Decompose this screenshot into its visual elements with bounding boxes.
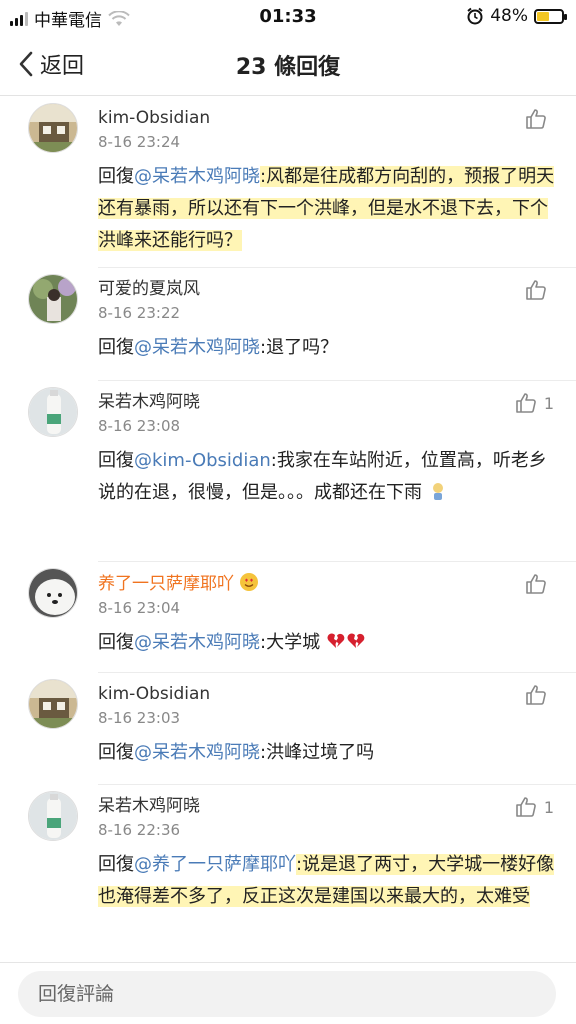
comment-author[interactable]: 养了一只萨摩耶吖	[98, 562, 576, 595]
reply-prefix: 回復	[98, 632, 134, 653]
like-button[interactable]	[524, 683, 554, 707]
comment-body: :洪峰过境了吗	[260, 742, 375, 763]
comment-author[interactable]: kim-Obsidian	[98, 673, 576, 705]
comment-time: 8-16 23:03	[98, 709, 181, 727]
like-button[interactable]: 1	[514, 391, 554, 415]
like-button[interactable]	[524, 107, 554, 131]
like-button[interactable]	[524, 572, 554, 596]
comment-author[interactable]: 呆若木鸡阿晓	[98, 381, 576, 413]
comment-text: 回復@呆若木鸡阿晓:洪峰过境了吗	[98, 737, 576, 781]
comment-item: kim-Obsidian 8-16 23:24 回復@呆若木鸡阿晓:风都是往成都…	[28, 97, 576, 269]
comment-item: kim-Obsidian 8-16 23:03 回復@呆若木鸡阿晓:洪峰过境了吗	[28, 673, 576, 785]
status-bar: 中華電信 01:33 48%	[0, 0, 576, 34]
comment-item: 呆若木鸡阿晓 8-16 23:08 1 回復@kim-Obsidian:我家在车…	[28, 381, 576, 562]
thumbs-up-icon	[526, 109, 546, 129]
thumbs-up-icon	[526, 574, 546, 594]
comment-time: 8-16 23:22	[98, 304, 181, 322]
comment-item: 呆若木鸡阿晓 8-16 22:36 1 回復@养了一只萨摩耶吖:说是退了两寸，大…	[28, 785, 576, 961]
comment-text: 回復@呆若木鸡阿晓:退了吗？	[98, 332, 576, 376]
thumbs-up-icon	[516, 393, 536, 413]
avatar[interactable]	[28, 387, 78, 437]
comment-text: 回復@kim-Obsidian:我家在车站附近，位置高，听老乡说的在退，很慢，但…	[98, 445, 576, 521]
battery-icon	[534, 8, 567, 24]
reply-prefix: 回復	[98, 166, 134, 187]
reply-bar	[0, 962, 576, 1024]
mention-link[interactable]: @呆若木鸡阿晓	[134, 632, 260, 653]
mention-link[interactable]: @kim-Obsidian	[134, 450, 271, 471]
mention-link[interactable]: @呆若木鸡阿晓	[134, 337, 260, 358]
thumbs-up-icon	[526, 280, 546, 300]
back-label: 返回	[40, 54, 85, 79]
reply-prefix: 回復	[98, 337, 134, 358]
comment-text: 回復@呆若木鸡阿晓:大学城	[98, 627, 576, 671]
avatar[interactable]	[28, 679, 78, 729]
reply-prefix: 回復	[98, 854, 134, 875]
comment-time: 8-16 23:04	[98, 599, 181, 617]
avatar[interactable]	[28, 568, 78, 618]
like-count: 1	[543, 393, 554, 413]
comment-text: 回復@呆若木鸡阿晓:风都是往成都方向刮的，预报了明天还有暴雨，所以还有下一个洪峰…	[98, 161, 576, 269]
comment-author[interactable]: 呆若木鸡阿晓	[98, 785, 576, 817]
page-title: 23 條回復	[235, 55, 341, 80]
avatar[interactable]	[28, 274, 78, 324]
reply-prefix: 回復	[98, 450, 134, 471]
mention-link[interactable]: @呆若木鸡阿晓	[134, 166, 260, 187]
broken-heart-icon	[327, 633, 345, 648]
mention-link[interactable]: @呆若木鸡阿晓	[134, 742, 260, 763]
comment-item: 可爱的夏岚风 8-16 23:22 回復@呆若木鸡阿晓:退了吗？	[28, 268, 576, 381]
alarm-icon	[467, 7, 483, 25]
broken-heart-icon	[347, 633, 365, 648]
mention-link[interactable]: @养了一只萨摩耶吖	[134, 854, 296, 875]
comment-item: 养了一只萨摩耶吖 8-16 23:04 回復@呆若木鸡阿晓:大学城	[28, 562, 576, 673]
reply-input[interactable]	[18, 971, 556, 1017]
avatar[interactable]	[28, 791, 78, 841]
like-button[interactable]	[524, 278, 554, 302]
comment-time: 8-16 23:08	[98, 417, 181, 435]
heart-eyes-emoji-icon	[240, 573, 259, 591]
thumbs-up-icon	[516, 797, 536, 817]
comment-time: 8-16 23:24	[98, 133, 181, 151]
comment-author[interactable]: kim-Obsidian	[98, 97, 576, 129]
nav-bar: 返回 23 條回復	[0, 34, 576, 96]
battery-percent: 48%	[490, 6, 528, 26]
thumbs-up-icon	[526, 685, 546, 705]
back-button[interactable]: 返回	[16, 48, 84, 80]
like-count: 1	[543, 797, 554, 817]
like-button[interactable]: 1	[514, 795, 554, 819]
author-name: 养了一只萨摩耶吖	[98, 574, 234, 594]
reply-prefix: 回復	[98, 742, 134, 763]
avatar[interactable]	[28, 103, 78, 153]
crying-emoji-icon	[432, 483, 443, 500]
comment-text: 回復@养了一只萨摩耶吖:说是退了两寸，大学城一楼好像也淹得差不多了，反正这次是建…	[98, 849, 576, 925]
comment-list: kim-Obsidian 8-16 23:24 回復@呆若木鸡阿晓:风都是往成都…	[0, 97, 576, 961]
comment-body: :退了吗？	[260, 337, 339, 358]
chevron-left-icon	[19, 51, 33, 77]
comment-body: :大学城	[260, 632, 321, 653]
comment-author[interactable]: 可爱的夏岚风	[98, 268, 576, 300]
status-right: 48%	[466, 6, 567, 26]
comment-time: 8-16 22:36	[98, 821, 181, 839]
